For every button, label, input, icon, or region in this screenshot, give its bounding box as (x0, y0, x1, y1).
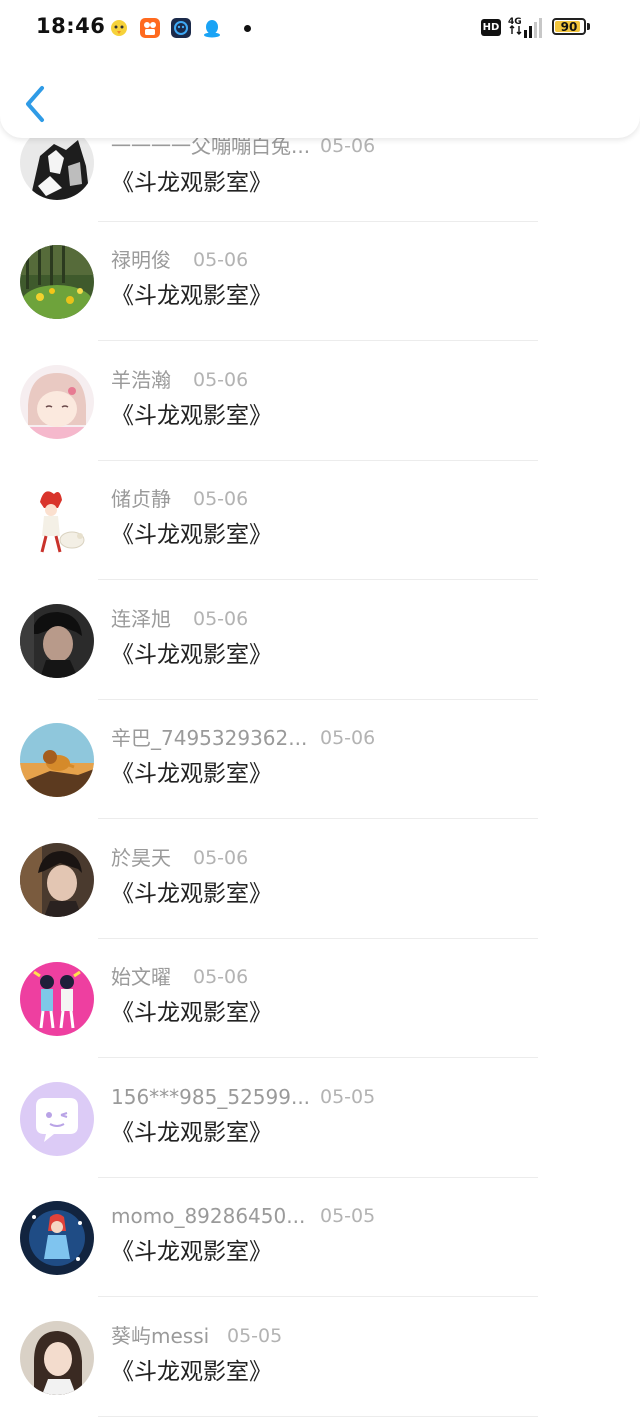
divider (98, 1177, 538, 1178)
divider (98, 818, 538, 819)
message-date: 05-05 (320, 1205, 376, 1227)
chevron-left-icon (26, 86, 44, 122)
avatar (20, 1321, 94, 1395)
avatar (20, 962, 94, 1036)
message-preview: 《斗龙观影室》 (111, 761, 272, 787)
list-item[interactable]: 羊浩瀚 05-06 《斗龙观影室》 (0, 365, 640, 484)
top-header: 18:46 HD 4G 90 (0, 0, 640, 138)
list-item[interactable]: 葵屿messi 05-05 《斗龙观影室》 (0, 1321, 640, 1422)
message-preview: 《斗龙观影室》 (111, 522, 272, 548)
message-date: 05-05 (227, 1325, 283, 1347)
avatar (20, 604, 94, 678)
hd-badge: HD (481, 19, 501, 36)
message-date: 05-06 (193, 608, 249, 630)
message-date: 05-06 (193, 488, 249, 510)
avatar (20, 365, 94, 439)
avatar (20, 843, 94, 917)
list-item[interactable]: 禄明俊 05-06 《斗龙观影室》 (0, 245, 640, 364)
message-date: 05-06 (193, 249, 249, 271)
message-date: 05-05 (320, 1086, 376, 1108)
divider (98, 340, 538, 341)
chat-list-screen: 一一一一父嘣嘣白兔... 05-06 《斗龙观影室》 禄明俊 05-06 《斗龙… (0, 0, 640, 1422)
message-preview: 《斗龙观影室》 (111, 642, 272, 668)
list-item[interactable]: 辛巴_7495329362... 05-06 《斗龙观影室》 (0, 723, 640, 842)
message-preview: 《斗龙观影室》 (111, 881, 272, 907)
divider (98, 699, 538, 700)
back-button[interactable] (18, 82, 54, 126)
sender-name: 羊浩瀚 (111, 368, 171, 392)
message-date: 05-06 (193, 966, 249, 988)
avatar (20, 245, 94, 319)
sender-name: 禄明俊 (111, 248, 171, 272)
sender-name: 於昊天 (111, 846, 171, 870)
sender-name: 156***985_52599... (111, 1085, 311, 1109)
avatar (20, 1082, 94, 1156)
list-item[interactable]: momo_89286450... 05-05 《斗龙观影室》 (0, 1201, 640, 1320)
message-preview: 《斗龙观影室》 (111, 1239, 272, 1265)
message-date: 05-06 (193, 369, 249, 391)
divider (98, 221, 538, 222)
battery-percent: 90 (560, 20, 578, 34)
list-item[interactable]: 储贞静 05-06 《斗龙观影室》 (0, 484, 640, 603)
avatar (20, 484, 94, 558)
kuaishou-app-icon (139, 17, 161, 39)
message-preview: 《斗龙观影室》 (111, 170, 272, 196)
chicken-app-icon (108, 17, 130, 39)
robot-app-icon (170, 17, 192, 39)
message-preview: 《斗龙观影室》 (111, 1000, 272, 1026)
divider (98, 579, 538, 580)
avatar (20, 723, 94, 797)
list-item[interactable]: 始文曜 05-06 《斗龙观影室》 (0, 962, 640, 1081)
network-label: 4G (508, 17, 522, 27)
divider (98, 938, 538, 939)
message-date: 05-06 (193, 847, 249, 869)
divider (98, 1296, 538, 1297)
signal-icon: 4G (508, 14, 544, 40)
divider (98, 1057, 538, 1058)
sender-name: 始文曜 (111, 965, 171, 989)
message-date: 05-06 (320, 727, 376, 749)
sender-name: 辛巴_7495329362... (111, 726, 308, 750)
list-item[interactable]: 连泽旭 05-06 《斗龙观影室》 (0, 604, 640, 723)
message-preview: 《斗龙观影室》 (111, 1359, 272, 1385)
divider (98, 460, 538, 461)
sender-name: 储贞静 (111, 487, 171, 511)
sender-name: momo_89286450... (111, 1204, 306, 1228)
divider (98, 1416, 538, 1417)
list-item[interactable]: 156***985_52599... 05-05 《斗龙观影室》 (0, 1082, 640, 1201)
qq-penguin-icon (201, 17, 223, 39)
sender-name: 连泽旭 (111, 607, 171, 631)
message-preview: 《斗龙观影室》 (111, 1120, 272, 1146)
sender-name: 葵屿messi (111, 1324, 210, 1348)
status-time: 18:46 (36, 14, 106, 38)
more-notifications-dot (244, 25, 251, 32)
message-preview: 《斗龙观影室》 (111, 403, 272, 429)
battery-icon: 90 (552, 18, 586, 35)
avatar (20, 1201, 94, 1275)
list-item[interactable]: 於昊天 05-06 《斗龙观影室》 (0, 843, 640, 962)
message-preview: 《斗龙观影室》 (111, 283, 272, 309)
battery-tip (587, 23, 590, 30)
list-item[interactable]: 一一一一父嘣嘣白兔... 05-06 《斗龙观影室》 (0, 126, 640, 245)
